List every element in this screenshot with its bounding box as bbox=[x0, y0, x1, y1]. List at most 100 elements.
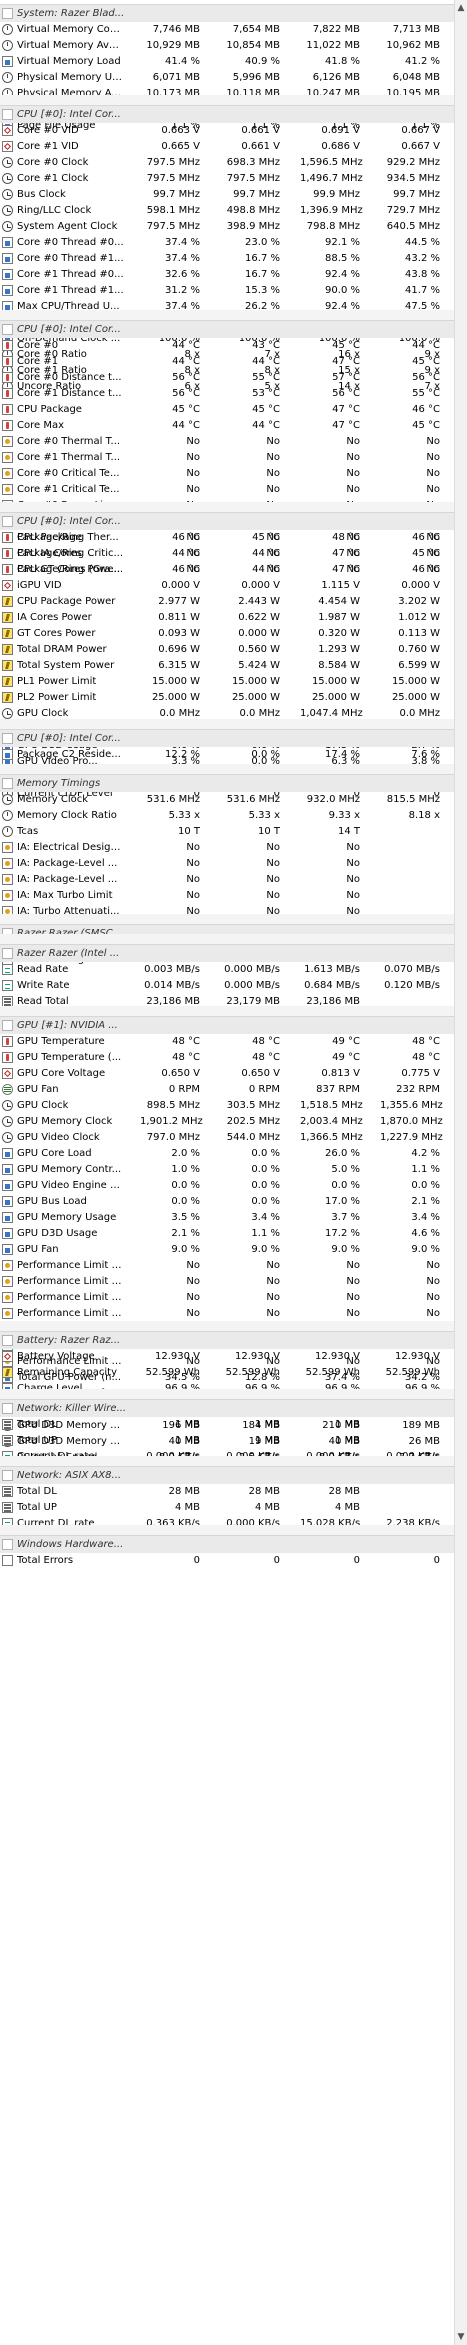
sensor-row[interactable]: IA: Electrical Design... No No No bbox=[0, 840, 455, 856]
sensor-row[interactable]: GPU Temperature 48 °C 48 °C 49 °C 48 °C bbox=[0, 1034, 455, 1050]
sensor-row[interactable]: Read Rate 0.003 MB/s 0.000 MB/s 1.613 MB/s 0… bbox=[0, 962, 455, 978]
sensor-row[interactable]: Ring/LLC Clock 598.1 MHz 498.8 MHz 1,396.9 … bbox=[0, 203, 455, 219]
sensor-group-header[interactable]: CPU [#0]: Intel Cor... bbox=[0, 729, 455, 747]
collapse-toggle-icon[interactable] bbox=[2, 1335, 13, 1346]
sensor-row[interactable]: Battery Voltage 12.930 V 12.930 V 12.930 V 1… bbox=[0, 1349, 455, 1365]
collapse-toggle-icon[interactable] bbox=[2, 948, 13, 959]
sensor-row[interactable]: Core #0 Critical Te... No No No No bbox=[0, 466, 455, 482]
sensor-row[interactable]: Core #1 Thread #0... 32.6 % 16.7 % 92.4 % 43… bbox=[0, 267, 455, 283]
sensor-row[interactable]: iGPU VID 0.000 V 0.000 V 1.115 V 0.000 V bbox=[0, 578, 455, 594]
sensor-row[interactable]: Core #0 Thread #0... 37.4 % 23.0 % 92.1 % 44… bbox=[0, 235, 455, 251]
sensor-row[interactable]: GPU Video Clock 797.0 MHz 544.0 MHz 1,366.5… bbox=[0, 1130, 455, 1146]
sensor-row[interactable]: GPU Memory Contr... 1.0 % 0.0 % 5.0 % 1.1 % bbox=[0, 1162, 455, 1178]
sensor-row[interactable]: GPU Fan 9.0 % 9.0 % 9.0 % 9.0 % bbox=[0, 1242, 455, 1258]
sensor-row[interactable]: PL1 Power Limit 15.000 W 15.000 W 15.000 W 1… bbox=[0, 674, 455, 690]
sensor-group-header[interactable]: System: Razer Blad... bbox=[0, 4, 455, 22]
collapse-toggle-icon[interactable] bbox=[2, 1539, 13, 1550]
sensor-row[interactable]: Performance Limit - ... No No No No bbox=[0, 1274, 455, 1290]
sensor-row[interactable]: Total UP 4 MB 4 MB 4 MB bbox=[0, 1500, 455, 1516]
vertical-scrollbar[interactable]: ▲ ▼ bbox=[454, 0, 467, 2345]
sensor-row[interactable]: Core #0 Distance t... 56 °C 55 °C 57 °C 56 °… bbox=[0, 370, 455, 386]
sensor-row[interactable]: Physical Memory Used 6,071 MB 5,996 MB 6,12… bbox=[0, 70, 455, 86]
sensor-row[interactable]: Total DL 1 MB 1 MB 1 MB bbox=[0, 1417, 455, 1433]
collapse-toggle-icon[interactable] bbox=[2, 516, 13, 527]
sensor-group-header[interactable]: CPU [#0]: Intel Cor... bbox=[0, 512, 455, 530]
sensor-row[interactable]: Core #1 Distance t... 56 °C 53 °C 56 °C 55 °… bbox=[0, 386, 455, 402]
scroll-down-arrow-icon[interactable]: ▼ bbox=[457, 2331, 465, 2343]
sensor-group-header[interactable]: CPU [#0]: Intel Cor... bbox=[0, 105, 455, 123]
collapse-toggle-icon[interactable] bbox=[2, 733, 13, 744]
sensor-row[interactable]: GPU Core Load 2.0 % 0.0 % 26.0 % 4.2 % bbox=[0, 1146, 455, 1162]
sensor-row[interactable]: Core #1 Thread #1... 31.2 % 15.3 % 90.0 % 41… bbox=[0, 283, 455, 299]
sensor-row[interactable]: CPU Package 46 °C 45 °C 48 °C 46 °C bbox=[0, 530, 455, 546]
sensor-row[interactable]: Core Max 44 °C 44 °C 47 °C 45 °C bbox=[0, 418, 455, 434]
sensor-row[interactable]: Core #0 Thread #1... 37.4 % 16.7 % 88.5 % 43… bbox=[0, 251, 455, 267]
sensor-row[interactable]: Performance Limit - ... No No No No bbox=[0, 1290, 455, 1306]
sensor-row[interactable]: Performance Limit - ... No No No No bbox=[0, 1258, 455, 1274]
collapse-toggle-icon[interactable] bbox=[2, 109, 13, 120]
sensor-row[interactable]: GPU Fan 0 RPM 0 RPM 837 RPM 232 RPM bbox=[0, 1082, 455, 1098]
sensor-row[interactable]: Write Rate 0.014 MB/s 0.000 MB/s 0.684 MB/s… bbox=[0, 978, 455, 994]
sensor-row[interactable]: Memory Clock Ratio 5.33 x 5.33 x 9.33 x 8.18… bbox=[0, 808, 455, 824]
sensor-row[interactable]: GT Cores Power 0.093 W 0.000 W 0.320 W 0.113… bbox=[0, 626, 455, 642]
sensor-row[interactable]: Performance Limit - ... No No No No bbox=[0, 1306, 455, 1322]
sensor-row[interactable]: Virtual Memory Avai... 10,929 MB 10,854 MB… bbox=[0, 38, 455, 54]
sensor-row[interactable]: CPU Package Power 2.977 W 2.443 W 4.454 W 3.… bbox=[0, 594, 455, 610]
sensor-group-header[interactable]: Network: Killer Wire... bbox=[0, 1399, 455, 1417]
sensor-group-header[interactable]: Battery: Razer Raz... bbox=[0, 1331, 455, 1349]
sensor-row[interactable]: Total Errors 0 0 0 0 bbox=[0, 1553, 455, 1569]
sensor-row[interactable]: GPU Clock 898.5 MHz 303.5 MHz 1,518.5 MHz 1,… bbox=[0, 1098, 455, 1114]
sensor-row[interactable]: Remaining Capacity 52.599 Wh 52.599 Wh 52.5… bbox=[0, 1365, 455, 1381]
sensor-group-header[interactable]: Network: ASIX AX8... bbox=[0, 1466, 455, 1484]
sensor-row[interactable]: IA: Package-Level ... No No No bbox=[0, 872, 455, 888]
sensor-row[interactable]: IA: Max Turbo Limit No No No bbox=[0, 888, 455, 904]
sensor-group-header[interactable]: Windows Hardware... bbox=[0, 1535, 455, 1553]
sensor-row[interactable]: Core #0 Thermal T... No No No No bbox=[0, 434, 455, 450]
sensor-row[interactable]: GPU Memory Clock 1,901.2 MHz 202.5 MHz 2,00… bbox=[0, 1114, 455, 1130]
collapse-toggle-icon[interactable] bbox=[2, 8, 13, 19]
sensor-group-header[interactable]: Razer Razer (Intel ... bbox=[0, 944, 455, 962]
sensor-row[interactable]: Bus Clock 99.7 MHz 99.7 MHz 99.9 MHz 99.7 MH… bbox=[0, 187, 455, 203]
sensor-row[interactable]: Virtual Memory Com... 7,746 MB 7,654 MB 7,8… bbox=[0, 22, 455, 38]
sensor-row[interactable]: Total System Power 6.315 W 5.424 W 8.584 W 6… bbox=[0, 658, 455, 674]
sensor-row[interactable]: Package C2 Reside... 12.2 % 0.0 % 17.4 % 7.6… bbox=[0, 747, 455, 763]
collapse-toggle-icon[interactable] bbox=[2, 1470, 13, 1481]
sensor-group-header[interactable]: CPU [#0]: Intel Cor... bbox=[0, 320, 455, 338]
collapse-toggle-icon[interactable] bbox=[2, 324, 13, 335]
sensor-row[interactable]: CPU IA Cores 44 °C 44 °C 47 °C 45 °C bbox=[0, 546, 455, 562]
sensor-row[interactable]: CPU GT Cores (Gra... 46 °C 44 °C 47 °C 46 °C bbox=[0, 562, 455, 578]
sensor-row[interactable]: GPU D3D Usage 2.1 % 1.1 % 17.2 % 4.6 % bbox=[0, 1226, 455, 1242]
sensor-row[interactable]: GPU Temperature (... 48 °C 48 °C 49 °C 48 °C bbox=[0, 1050, 455, 1066]
sensor-row[interactable]: System Agent Clock 797.5 MHz 398.9 MHz 798.… bbox=[0, 219, 455, 235]
sensor-row[interactable]: GPU Video Engine L... 0.0 % 0.0 % 0.0 % 0.0 … bbox=[0, 1178, 455, 1194]
sensor-row[interactable]: Core #1 VID 0.665 V 0.661 V 0.686 V 0.667 V bbox=[0, 139, 455, 155]
sensor-row[interactable]: IA Cores Power 0.811 W 0.622 W 1.987 W 1.012… bbox=[0, 610, 455, 626]
sensor-row[interactable]: Core #1 Thermal T... No No No No bbox=[0, 450, 455, 466]
collapse-toggle-icon[interactable] bbox=[2, 1403, 13, 1414]
sensor-row[interactable]: Core #0 VID 0.663 V 0.661 V 0.691 V 0.667 V bbox=[0, 123, 455, 139]
sensor-row[interactable]: Total DL 28 MB 28 MB 28 MB bbox=[0, 1484, 455, 1500]
sensor-list[interactable]: System: Razer Blad... Virtual Memory Com.… bbox=[0, 0, 455, 2345]
sensor-row[interactable]: Memory Clock 531.6 MHz 531.6 MHz 932.0 MHz 8… bbox=[0, 792, 455, 808]
sensor-row[interactable]: Tcas 10 T 10 T 14 T bbox=[0, 824, 455, 840]
sensor-group-header[interactable]: GPU [#1]: NVIDIA ... bbox=[0, 1016, 455, 1034]
average-value: 44 °C bbox=[412, 340, 440, 351]
sensor-row[interactable]: Total UP 1 MB 1 MB 1 MB bbox=[0, 1433, 455, 1449]
sensor-row[interactable]: Core #1 44 °C 44 °C 47 °C 45 °C bbox=[0, 354, 455, 370]
sensor-row[interactable]: CPU Package 45 °C 45 °C 47 °C 46 °C bbox=[0, 402, 455, 418]
sensor-row[interactable]: Core #0 Clock 797.5 MHz 698.3 MHz 1,596.5 M… bbox=[0, 155, 455, 171]
sensor-row[interactable]: Total DRAM Power 0.696 W 0.560 W 1.293 W 0.7… bbox=[0, 642, 455, 658]
sensor-row[interactable]: IA: Package-Level ... No No No bbox=[0, 856, 455, 872]
sensor-row[interactable]: GPU Core Voltage 0.650 V 0.650 V 0.813 V 0.7… bbox=[0, 1066, 455, 1082]
sensor-row[interactable]: Core #1 Critical Te... No No No No bbox=[0, 482, 455, 498]
sensor-row[interactable]: Core #0 44 °C 43 °C 45 °C 44 °C bbox=[0, 338, 455, 354]
collapse-toggle-icon[interactable] bbox=[2, 1020, 13, 1031]
sensor-group-header[interactable]: Memory Timings bbox=[0, 774, 455, 792]
scroll-up-arrow-icon[interactable]: ▲ bbox=[457, 2, 465, 14]
sensor-row[interactable]: PL2 Power Limit 25.000 W 25.000 W 25.000 W 2… bbox=[0, 690, 455, 706]
sensor-row[interactable]: Virtual Memory Load 41.4 % 40.9 % 41.8 % 41.… bbox=[0, 54, 455, 70]
sensor-row[interactable]: Core #1 Clock 797.5 MHz 797.5 MHz 1,496.7 M… bbox=[0, 171, 455, 187]
sensor-row[interactable]: GPU Bus Load 0.0 % 0.0 % 17.0 % 2.1 % bbox=[0, 1194, 455, 1210]
collapse-toggle-icon[interactable] bbox=[2, 778, 13, 789]
sensor-row[interactable]: GPU Memory Usage 3.5 % 3.4 % 3.7 % 3.4 % bbox=[0, 1210, 455, 1226]
